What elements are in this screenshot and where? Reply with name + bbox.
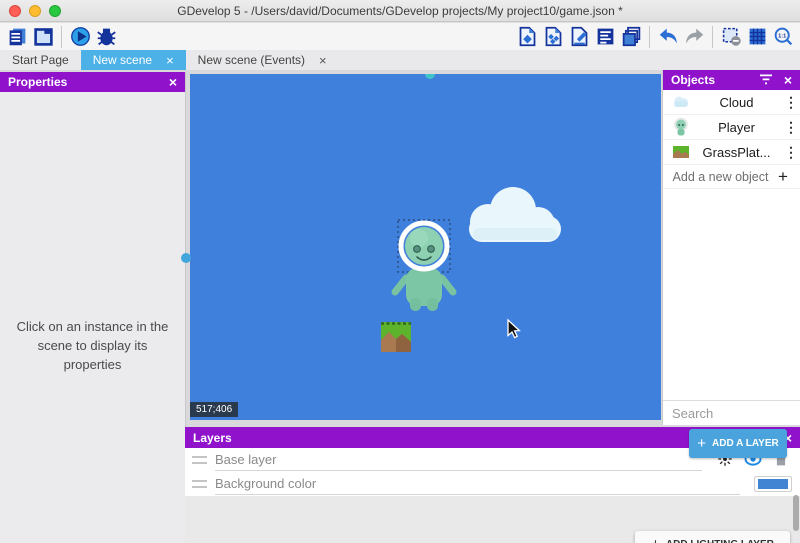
object-menu-icon[interactable]: ⋮ [782,144,800,161]
layer-row-background-color[interactable]: Background color [185,472,800,496]
objects-search-input[interactable] [663,406,800,421]
toggle-grid-icon[interactable] [744,25,770,49]
mouse-cursor-icon [508,320,519,338]
drag-handle-icon[interactable] [192,456,207,464]
add-object-label: Add a new object [663,170,778,184]
gdevelop-window: GDevelop 5 - /Users/david/Documents/GDev… [0,0,800,543]
debug-bug-icon[interactable] [93,25,119,49]
editor-tabs: Start Page New scene × New scene (Events… [0,50,800,70]
tab-label: New scene (Events) [198,53,305,67]
preview-window-icon[interactable] [30,25,56,49]
add-lighting-layer-label: ADD LIGHTING LAYER [666,539,774,543]
cursor-coordinates-badge: 517;406 [190,402,238,417]
toggle-mask-icon[interactable] [718,25,744,49]
plus-icon: + [651,536,660,543]
project-manager-icon[interactable] [4,25,30,49]
minimize-window-button[interactable] [29,5,41,17]
object-name: Player [691,120,782,135]
add-layer-button[interactable]: + ADD A LAYER [689,429,787,458]
layers-stack-icon[interactable] [618,25,644,49]
objects-list-empty-space [663,189,800,400]
tab-close-icon[interactable]: × [166,54,174,67]
objects-panel: Objects × Cloud ⋮ Player ⋮ GrassPlat... … [663,70,800,425]
layer-name-field[interactable]: Base layer [215,449,702,471]
layers-panel: Layers × Base layer Background c [185,427,800,543]
cloud-thumbnail-icon [671,92,691,112]
add-lighting-layer-button[interactable]: + ADD LIGHTING LAYER [635,531,790,543]
object-menu-icon[interactable]: ⋮ [782,119,800,136]
tab-new-scene-events[interactable]: New scene (Events) × [186,50,339,70]
add-object-row[interactable]: Add a new object + [663,165,800,189]
properties-panel-header: Properties × [0,72,185,92]
tab-label: Start Page [12,53,69,67]
grass-platform-thumbnail-icon [671,142,691,162]
tab-new-scene[interactable]: New scene × [81,50,186,70]
svg-text:1:1: 1:1 [778,33,786,39]
plus-icon: + [778,167,800,187]
object-menu-icon[interactable]: ⋮ [782,94,800,111]
tab-label: New scene [93,53,152,67]
add-layer-label: ADD A LAYER [712,438,779,449]
object-row-grassplatform[interactable]: GrassPlat... ⋮ [663,140,800,165]
instances-list-icon[interactable] [592,25,618,49]
panel-resize-handle[interactable] [181,253,191,263]
objects-search-row [663,400,800,425]
main-toolbar: 1:1 [0,23,800,50]
undo-icon[interactable] [655,25,681,49]
toolbar-separator [649,26,650,48]
traffic-lights [9,5,61,17]
object-name: GrassPlat... [691,145,782,160]
player-instance[interactable] [395,220,453,311]
maximize-window-button[interactable] [49,5,61,17]
edit-scene-icon[interactable] [566,25,592,49]
scene-render [190,74,661,420]
properties-panel-title: Properties [8,75,67,89]
scene-properties-icon[interactable] [514,25,540,49]
object-groups-icon[interactable] [540,25,566,49]
scene-canvas[interactable]: 517;406 [190,74,661,420]
layers-panel-title: Layers [193,431,232,445]
objects-panel-title: Objects [671,73,715,87]
toolbar-separator [712,26,713,48]
filter-icon[interactable] [758,73,774,87]
object-name: Cloud [691,95,782,110]
redo-icon[interactable] [681,25,707,49]
properties-panel: Properties × Click on an instance in the… [0,72,185,543]
objects-panel-header: Objects × [663,70,800,90]
player-thumbnail-icon [671,117,691,137]
drag-handle-icon[interactable] [192,480,207,488]
close-icon[interactable]: × [169,74,177,90]
cloud-instance[interactable] [469,187,561,242]
object-row-cloud[interactable]: Cloud ⋮ [663,90,800,115]
plus-icon: + [697,435,706,452]
tab-close-icon[interactable]: × [319,54,327,67]
layer-name-field[interactable]: Background color [215,473,740,495]
title-bar: GDevelop 5 - /Users/david/Documents/GDev… [0,0,800,22]
object-row-player[interactable]: Player ⋮ [663,115,800,140]
toolbar-separator [61,26,62,48]
preview-play-icon[interactable] [67,25,93,49]
close-icon[interactable]: × [784,72,792,88]
zoom-original-icon[interactable]: 1:1 [770,25,796,49]
background-color-swatch-button[interactable] [754,476,792,492]
background-color-swatch [758,479,788,489]
properties-hint-text: Click on an instance in the scene to dis… [10,318,175,375]
window-title: GDevelop 5 - /Users/david/Documents/GDev… [0,4,800,18]
grass-platform-instance[interactable] [381,322,411,352]
layers-scrollbar-thumb[interactable] [793,495,799,531]
main-area: Properties × Click on an instance in the… [0,70,800,543]
close-window-button[interactable] [9,5,21,17]
tab-start-page[interactable]: Start Page [0,50,81,70]
